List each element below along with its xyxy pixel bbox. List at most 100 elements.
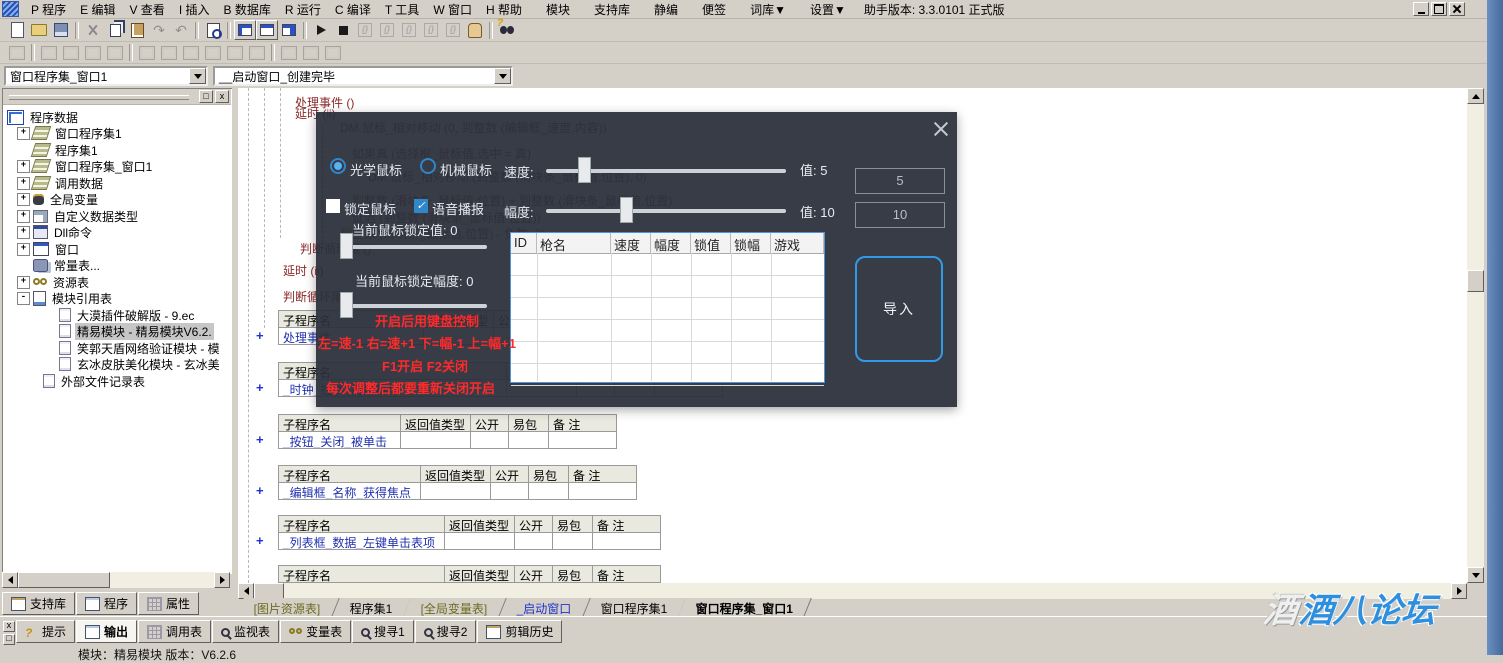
class-selector-combo[interactable]: 窗口程序集_窗口1 [4, 66, 208, 86]
panel-float-button[interactable]: □ [199, 90, 213, 103]
scroll-right-icon[interactable] [1451, 583, 1467, 599]
expander-icon[interactable]: + [17, 226, 30, 239]
expand-sub-icon[interactable]: + [256, 328, 264, 343]
debug-step-4-icon[interactable]: {} [420, 20, 442, 40]
width-fit-icon[interactable] [278, 43, 300, 63]
panel-close-button[interactable]: x [215, 90, 229, 103]
save-icon[interactable] [50, 20, 72, 40]
scroll-thumb[interactable] [254, 583, 284, 599]
tree-item[interactable]: +全局变量 [17, 191, 100, 207]
panel-grip[interactable] [9, 95, 189, 100]
dialog-close-icon[interactable] [932, 120, 950, 138]
menu-view[interactable]: V 查看 [123, 0, 170, 19]
event-selector-dropdown[interactable] [494, 68, 511, 84]
form-designer-icon[interactable] [6, 43, 28, 63]
cut-icon[interactable] [82, 20, 104, 40]
align-left-icon[interactable] [38, 43, 60, 63]
expander-icon[interactable]: + [17, 210, 30, 223]
scroll-thumb[interactable] [1467, 270, 1484, 292]
tab-picture-resource[interactable]: [图片资源表] [236, 598, 339, 617]
tree-item[interactable]: 程序集1 [33, 142, 100, 158]
tree-item-module[interactable]: 玄冰皮肤美化模块 - 玄冰美 [59, 356, 222, 372]
debug-step-1-icon[interactable]: {} [354, 20, 376, 40]
tab-call-table[interactable]: 调用表 [138, 620, 211, 643]
expander-icon[interactable]: + [17, 276, 30, 289]
align-right-icon[interactable] [60, 43, 82, 63]
speed-edit-field[interactable]: 5 [855, 168, 945, 194]
space-across-icon[interactable] [180, 43, 202, 63]
import-button[interactable]: 导入 [855, 256, 943, 362]
tab-assembly1[interactable]: 程序集1 [332, 598, 411, 617]
menu-compile[interactable]: C 编译 [329, 0, 377, 19]
tree-item[interactable]: +调用数据 [17, 175, 105, 191]
undo-icon[interactable]: ↶ [170, 20, 192, 40]
expander-icon[interactable]: - [17, 292, 30, 305]
tab-support-library[interactable]: 支持库 [2, 592, 75, 615]
subroutine-name-cell[interactable]: _列表框_数据_左键单击表项 [279, 533, 445, 550]
align-top-icon[interactable] [82, 43, 104, 63]
tree-item[interactable]: 外部文件记录表 [43, 373, 147, 389]
menu-window[interactable]: W 窗口 [427, 0, 478, 19]
event-selector-combo[interactable]: __启动窗口_创建完毕 [213, 66, 513, 86]
align-bottom-icon[interactable] [104, 43, 126, 63]
expand-sub-icon[interactable]: + [256, 483, 264, 498]
size-fit-icon[interactable] [322, 43, 344, 63]
tab-hints[interactable]: 提示 [16, 620, 75, 643]
tree-item[interactable]: +窗口程序集1 [17, 125, 124, 141]
tree-item-module-selected[interactable]: 精易模块 - 精易模块V6.2. [59, 323, 214, 339]
view-layout-left-icon[interactable] [234, 20, 256, 40]
scroll-left-icon[interactable] [2, 572, 18, 588]
menu-module[interactable]: 模块 [540, 0, 576, 19]
debug-step-5-icon[interactable]: {} [442, 20, 464, 40]
scroll-right-icon[interactable] [214, 572, 230, 588]
amplitude-edit-field[interactable]: 10 [855, 202, 945, 228]
tab-output-active[interactable]: 输出 [76, 620, 137, 643]
menu-help[interactable]: H 帮助 [480, 0, 528, 19]
new-file-icon[interactable] [6, 20, 28, 40]
menu-notes[interactable]: 便签 [696, 0, 732, 19]
lock-amp-slider-thumb[interactable] [340, 292, 353, 318]
same-width-icon[interactable] [224, 43, 246, 63]
mechanical-mouse-radio[interactable] [420, 158, 436, 174]
tab-search2[interactable]: 搜寻2 [415, 620, 477, 643]
tab-window-assembly1[interactable]: 窗口程序集1 [583, 598, 686, 617]
menu-dictionary[interactable]: 词库▼ [744, 0, 792, 19]
scroll-up-icon[interactable] [1467, 88, 1484, 104]
menu-run[interactable]: R 运行 [279, 0, 327, 19]
panel-dock-icon[interactable]: □ [3, 634, 15, 645]
class-selector-dropdown[interactable] [189, 68, 206, 84]
expander-icon[interactable]: + [17, 177, 30, 190]
copy-icon[interactable] [104, 20, 126, 40]
scroll-down-icon[interactable] [1467, 567, 1484, 583]
menu-database[interactable]: B 数据库 [217, 0, 276, 19]
voice-broadcast-checkbox[interactable] [414, 199, 428, 213]
lock-value-slider-thumb[interactable] [340, 233, 353, 259]
open-file-icon[interactable] [28, 20, 50, 40]
menu-support-lib[interactable]: 支持库 [588, 0, 636, 19]
tree-item[interactable]: +窗口 [17, 241, 81, 257]
height-fit-icon[interactable] [300, 43, 322, 63]
center-horizontal-icon[interactable] [136, 43, 158, 63]
tree-item[interactable]: +资源表 [17, 274, 91, 290]
debug-step-3-icon[interactable]: {} [398, 20, 420, 40]
menu-settings[interactable]: 设置▼ [804, 0, 852, 19]
speed-slider-thumb[interactable] [578, 157, 591, 183]
expander-icon[interactable]: + [17, 160, 30, 173]
view-layout-split-icon[interactable] [278, 20, 300, 40]
mouse-macro-dialog[interactable]: 光学鼠标 机械鼠标 速度: 值: 5 5 锁定鼠标 语音播报 幅度: 值: 10… [316, 112, 957, 407]
tree-item[interactable]: 常量表... [33, 257, 102, 273]
tab-variable-table[interactable]: 变量表 [280, 620, 351, 643]
gun-profile-grid[interactable]: ID 枪名 速度 幅度 锁值 锁幅 游戏 [510, 232, 825, 383]
lock-mouse-checkbox[interactable] [326, 199, 340, 213]
space-down-icon[interactable] [202, 43, 224, 63]
menu-edit[interactable]: E 编辑 [74, 0, 121, 19]
menu-static-compile[interactable]: 静编 [648, 0, 684, 19]
menu-insert[interactable]: I 插入 [173, 0, 216, 19]
menu-tools[interactable]: T 工具 [379, 0, 425, 19]
view-layout-bottom-icon[interactable] [256, 20, 278, 40]
help-find-icon[interactable]: ? [496, 20, 518, 40]
tree-item[interactable]: +窗口程序集_窗口1 [17, 158, 154, 174]
menu-program[interactable]: P 程序 [25, 0, 72, 19]
tree-item[interactable]: +Dll命令 [17, 224, 94, 240]
expand-sub-icon[interactable]: + [256, 380, 264, 395]
